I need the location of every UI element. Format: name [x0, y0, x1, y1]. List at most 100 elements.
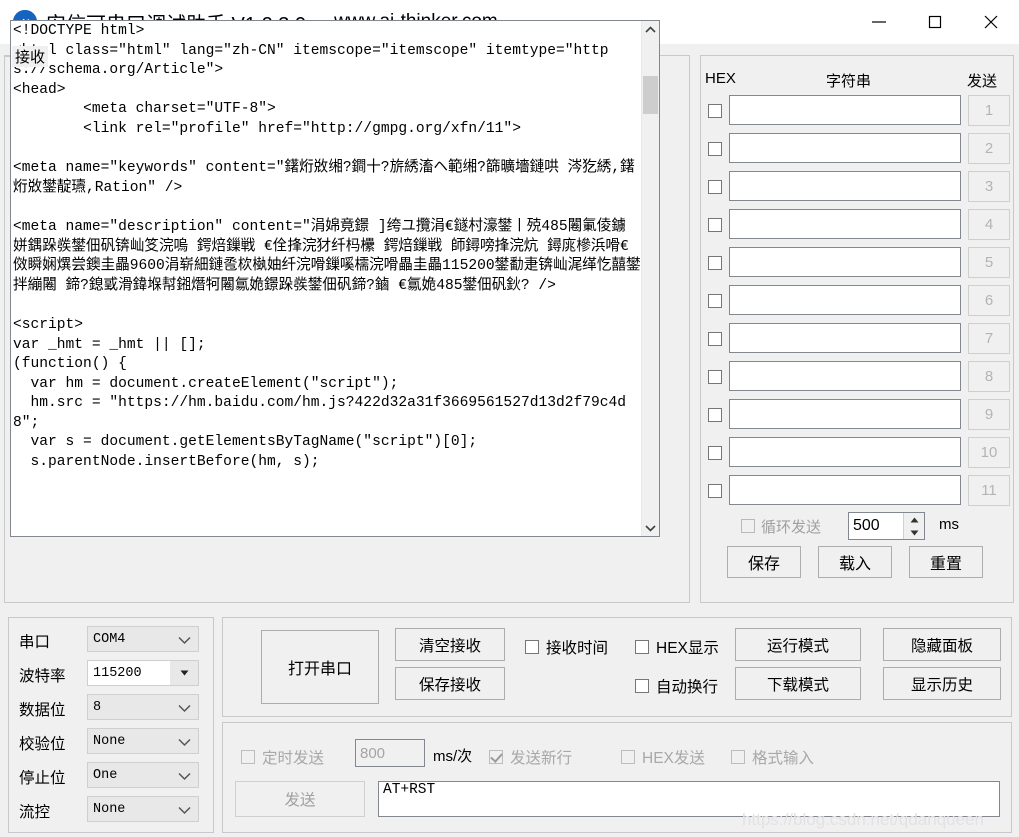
auto-wrap-label: 自动换行: [656, 679, 719, 696]
multitext-send-button-5[interactable]: 5: [968, 247, 1010, 278]
format-input-label: 格式输入: [752, 750, 815, 767]
checkbox-box: [241, 750, 255, 764]
multitext-hex-checkbox-1[interactable]: [708, 104, 722, 118]
multitext-hex-checkbox-3[interactable]: [708, 180, 722, 194]
chevron-down-icon[interactable]: [178, 803, 191, 818]
multitext-input-7[interactable]: [729, 323, 961, 353]
receive-time-checkbox[interactable]: 接收时间: [525, 636, 608, 658]
multitext-hex-checkbox-4[interactable]: [708, 218, 722, 232]
loop-send-checkbox[interactable]: [741, 519, 755, 533]
multitext-send-button-7[interactable]: 7: [968, 323, 1010, 354]
multitext-hex-checkbox-5[interactable]: [708, 256, 722, 270]
receive-scrollbar[interactable]: [641, 21, 659, 536]
serial-select-5[interactable]: None: [87, 796, 199, 822]
serial-select-2[interactable]: 8: [87, 694, 199, 720]
hex-display-checkbox[interactable]: HEX显示: [635, 636, 719, 658]
loop-interval-stepper[interactable]: 500: [848, 512, 925, 540]
serial-setting-row: 波特率 115200: [9, 658, 215, 692]
operations-group: 打开串口 清空接收 保存接收 接收时间 HEX显示 自动换行 运行模式 下载模式…: [222, 617, 1012, 717]
multitext-send-button-10[interactable]: 10: [968, 437, 1010, 468]
serial-select-3[interactable]: None: [87, 728, 199, 754]
serial-value-2: 8: [93, 699, 102, 715]
chevron-down-icon[interactable]: [178, 701, 191, 716]
multitext-send-button-6[interactable]: 6: [968, 285, 1010, 316]
scroll-up-icon[interactable]: [642, 21, 659, 38]
checkbox-box: [489, 750, 503, 764]
serial-label-0: 串口: [19, 634, 51, 651]
serial-select-1[interactable]: 115200: [87, 660, 199, 686]
stepper-down-icon[interactable]: [904, 526, 924, 539]
multitext-input-2[interactable]: [729, 133, 961, 163]
maximize-icon[interactable]: [907, 0, 963, 44]
scroll-down-icon[interactable]: [642, 519, 659, 536]
multitext-hex-checkbox-8[interactable]: [708, 370, 722, 384]
chevron-down-icon[interactable]: [178, 769, 191, 784]
checkbox-box: [731, 750, 745, 764]
multitext-row: 5: [701, 244, 1015, 282]
multitext-input-4[interactable]: [729, 209, 961, 239]
send-interval-value: 800: [360, 744, 386, 762]
serial-value-5: None: [93, 801, 126, 817]
multitext-input-10[interactable]: [729, 437, 961, 467]
multitext-input-1[interactable]: [729, 95, 961, 125]
minimize-icon[interactable]: [851, 0, 907, 44]
serial-setting-row: 数据位 8: [9, 692, 215, 726]
multitext-input-5[interactable]: [729, 247, 961, 277]
send-button[interactable]: 发送: [235, 781, 365, 817]
open-port-button[interactable]: 打开串口: [261, 630, 379, 704]
download-mode-button[interactable]: 下载模式: [735, 667, 861, 700]
receive-textarea[interactable]: <!DOCTYPE html> <html class="html" lang=…: [10, 20, 660, 537]
timed-send-checkbox[interactable]: 定时发送: [241, 746, 324, 768]
save-button[interactable]: 保存: [727, 546, 801, 578]
multitext-input-6[interactable]: [729, 285, 961, 315]
hide-panel-button[interactable]: 隐藏面板: [883, 628, 1001, 661]
clear-receive-button[interactable]: 清空接收: [395, 628, 505, 661]
multitext-input-3[interactable]: [729, 171, 961, 201]
send-interval-input[interactable]: 800: [355, 739, 425, 767]
multitext-col-string: 字符串: [826, 73, 872, 90]
multitext-hex-checkbox-7[interactable]: [708, 332, 722, 346]
multitext-input-11[interactable]: [729, 475, 961, 505]
multitext-input-9[interactable]: [729, 399, 961, 429]
receive-time-label: 接收时间: [546, 640, 609, 657]
serial-select-0[interactable]: COM4: [87, 626, 199, 652]
multitext-send-button-8[interactable]: 8: [968, 361, 1010, 392]
chevron-down-icon[interactable]: [170, 661, 198, 685]
multitext-send-button-1[interactable]: 1: [968, 95, 1010, 126]
multitext-send-button-4[interactable]: 4: [968, 209, 1010, 240]
close-icon[interactable]: [963, 0, 1019, 44]
auto-wrap-checkbox[interactable]: 自动换行: [635, 675, 718, 697]
serial-select-4[interactable]: One: [87, 762, 199, 788]
loop-send-label: 循环发送: [761, 519, 822, 536]
run-mode-button[interactable]: 运行模式: [735, 628, 861, 661]
multitext-col-hex: HEX: [705, 70, 736, 87]
multitext-row: 6: [701, 282, 1015, 320]
send-newline-checkbox[interactable]: 发送新行: [489, 746, 572, 768]
scrollbar-thumb[interactable]: [643, 76, 658, 114]
chevron-down-icon[interactable]: [178, 633, 191, 648]
multitext-hex-checkbox-9[interactable]: [708, 408, 722, 422]
save-receive-button[interactable]: 保存接收: [395, 667, 505, 700]
multitext-hex-checkbox-2[interactable]: [708, 142, 722, 156]
receive-text-content: <!DOCTYPE html> <html class="html" lang=…: [13, 23, 641, 471]
multitext-input-8[interactable]: [729, 361, 961, 391]
chevron-down-icon[interactable]: [178, 735, 191, 750]
format-input-checkbox[interactable]: 格式输入: [731, 746, 814, 768]
stepper-up-icon[interactable]: [904, 513, 924, 526]
stepper-buttons[interactable]: [903, 513, 924, 539]
multitext-hex-checkbox-11[interactable]: [708, 484, 722, 498]
hex-send-checkbox[interactable]: HEX发送: [621, 746, 705, 768]
reset-button[interactable]: 重置: [909, 546, 983, 578]
multitext-hex-checkbox-10[interactable]: [708, 446, 722, 460]
load-button[interactable]: 载入: [818, 546, 892, 578]
multitext-send-button-11[interactable]: 11: [968, 475, 1010, 506]
receive-group-label: 接收: [12, 46, 49, 67]
multitext-send-button-3[interactable]: 3: [968, 171, 1010, 202]
loop-send-row: 循环发送 500 ms: [701, 510, 1015, 544]
show-history-button[interactable]: 显示历史: [883, 667, 1001, 700]
window-controls: [851, 0, 1019, 44]
multitext-send-button-2[interactable]: 2: [968, 133, 1010, 164]
hex-display-label: HEX显示: [656, 640, 719, 657]
multitext-hex-checkbox-6[interactable]: [708, 294, 722, 308]
multitext-send-button-9[interactable]: 9: [968, 399, 1010, 430]
